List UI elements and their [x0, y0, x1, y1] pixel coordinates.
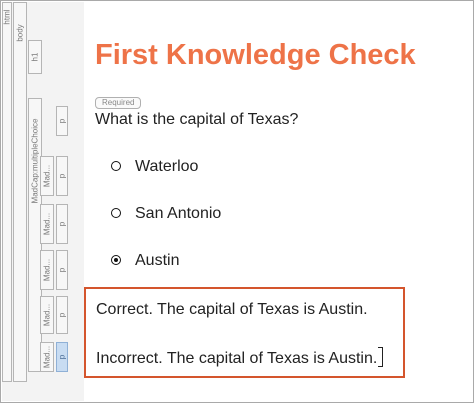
tag-mad-choice-1[interactable]: Mad...	[40, 156, 54, 196]
text-cursor-icon	[378, 347, 384, 367]
tag-p-feedback-correct[interactable]: p	[56, 296, 68, 334]
choice-label: Austin	[135, 252, 180, 269]
feedback-correct-text[interactable]: Correct. The capital of Texas is Austin.	[96, 301, 368, 319]
question-text: What is the capital of Texas?	[95, 111, 299, 128]
page-title: First Knowledge Check	[95, 39, 416, 71]
feedback-block[interactable]: Correct. The capital of Texas is Austin.…	[84, 287, 405, 378]
tag-p-choice-3[interactable]: p	[56, 250, 68, 290]
editor-frame: html body h1 MadCap:multipleChoice p Mad…	[0, 0, 474, 403]
tag-p-choice-1[interactable]: p	[56, 156, 68, 196]
tag-p-choice-2[interactable]: p	[56, 204, 68, 244]
required-badge: Required	[95, 97, 142, 109]
radio-button-icon[interactable]	[111, 161, 121, 171]
tag-p-question[interactable]: p	[56, 106, 68, 136]
tag-mad-feedback-correct[interactable]: Mad...	[40, 296, 54, 334]
choice-label: San Antonio	[135, 205, 222, 222]
choice-label: Waterloo	[135, 158, 199, 175]
tag-mad-choice-3[interactable]: Mad...	[40, 250, 54, 290]
tag-mad-feedback-incorrect[interactable]: Mad...	[40, 342, 54, 372]
tag-p-feedback-incorrect-selected[interactable]: p	[56, 342, 68, 372]
feedback-incorrect-text[interactable]: Incorrect. The capital of Texas is Austi…	[96, 347, 384, 368]
radio-button-icon[interactable]	[111, 208, 121, 218]
tag-h1[interactable]: h1	[28, 40, 42, 74]
radio-button-selected-icon[interactable]	[111, 255, 121, 265]
structure-bar: html body h1 MadCap:multipleChoice p Mad…	[2, 2, 84, 401]
tag-html[interactable]: html	[2, 2, 12, 382]
tag-body[interactable]: body	[13, 2, 27, 382]
tag-mad-choice-2[interactable]: Mad...	[40, 204, 54, 244]
radio-dot-icon	[114, 258, 118, 262]
